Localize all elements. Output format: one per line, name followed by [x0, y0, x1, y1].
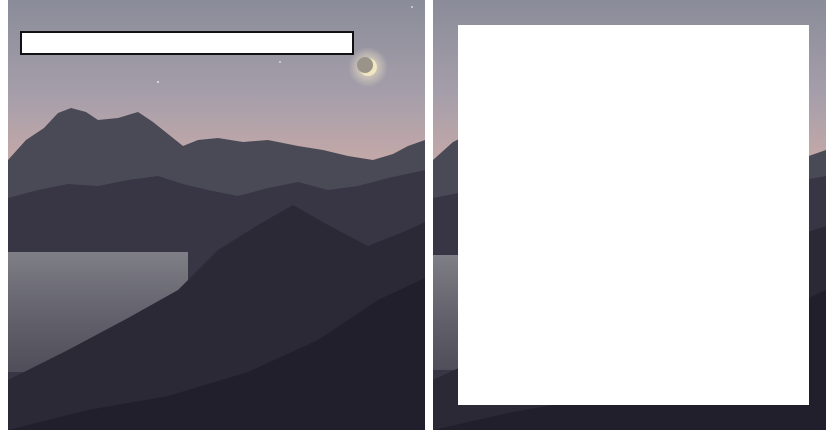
left-photo-panel	[8, 0, 425, 430]
star	[279, 61, 281, 63]
right-photo-panel	[433, 0, 826, 430]
star	[411, 6, 413, 8]
mountain-night-photo	[8, 0, 425, 430]
mask-box	[458, 25, 809, 405]
star	[157, 81, 159, 83]
text-box-value	[22, 33, 352, 39]
text-box	[20, 31, 354, 55]
